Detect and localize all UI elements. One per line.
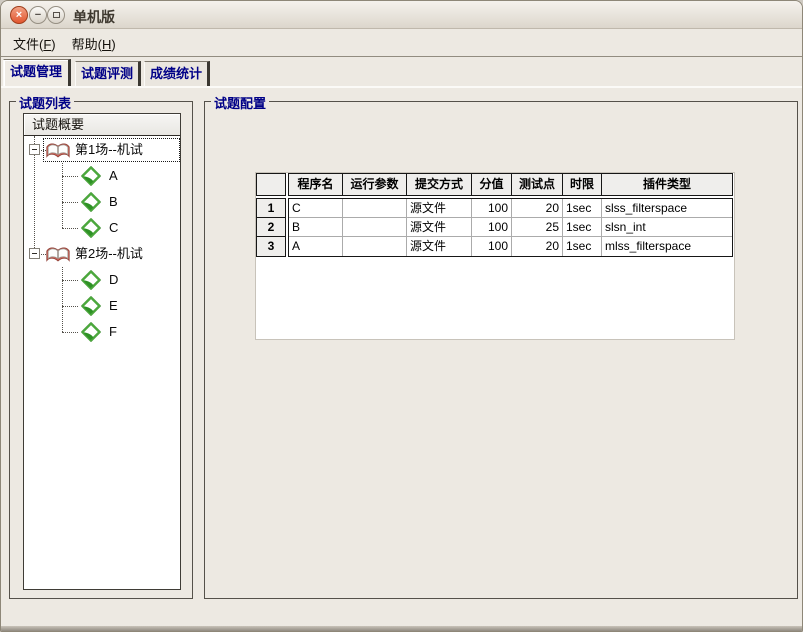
- table-cell[interactable]: 1sec: [563, 237, 602, 256]
- minus-glyph: [32, 253, 37, 254]
- groupbox-question-config: 试题配置 程序名运行参数提交方式分值测试点时限插件类型123C源文件100201…: [204, 101, 798, 599]
- maximize-icon[interactable]: [47, 6, 65, 24]
- column-header[interactable]: 时限: [563, 174, 602, 195]
- table-cell[interactable]: [343, 218, 407, 236]
- minimize-icon[interactable]: −: [29, 6, 47, 24]
- column-header[interactable]: 运行参数: [343, 174, 407, 195]
- table-data-grid: C源文件100201secslss_filterspaceB源文件100251s…: [288, 198, 733, 257]
- table-row: C 源文件100201secslss_filterspace: [289, 199, 732, 218]
- green-gem-icon: [80, 321, 102, 352]
- table-cell[interactable]: 25: [512, 218, 563, 236]
- tree-leaf-row[interactable]: C: [24, 215, 180, 241]
- tree-leaf-label[interactable]: E: [109, 293, 118, 319]
- tree-connector: [62, 332, 78, 333]
- tree-leaf-row[interactable]: F: [24, 319, 180, 345]
- tree-connector: [62, 202, 78, 203]
- tree-leaf-row[interactable]: D: [24, 267, 180, 293]
- table-cell[interactable]: 源文件: [407, 237, 472, 256]
- table-row-headers: 123: [256, 198, 286, 257]
- collapse-minus-icon[interactable]: [29, 248, 40, 259]
- menu-bar: 文件(F)帮助(H): [1, 30, 802, 57]
- groupbox-question-list-label: 试题列表: [16, 93, 74, 112]
- tree-connector: [62, 280, 78, 281]
- menu-item-f[interactable]: 文件(F): [5, 30, 64, 57]
- table-cell[interactable]: [343, 199, 407, 217]
- row-header[interactable]: 1: [257, 199, 285, 218]
- table-cell[interactable]: 1sec: [563, 218, 602, 236]
- table-cell[interactable]: slsn_int: [602, 218, 732, 236]
- row-header[interactable]: 2: [257, 218, 285, 237]
- table-cell[interactable]: 源文件: [407, 199, 472, 217]
- tree-leaf-label[interactable]: B: [109, 189, 118, 215]
- tree-leaf-label[interactable]: C: [109, 215, 118, 241]
- tab-page-exam-management: 试题列表 试题概要 第1场--机试ABC第2场--机试DEF 试题配置 程序名运…: [1, 88, 802, 626]
- tree-leaf-label[interactable]: A: [109, 163, 118, 189]
- collapse-minus-icon[interactable]: [29, 144, 40, 155]
- tree-connector: [62, 163, 63, 228]
- tree-leaf-label[interactable]: D: [109, 267, 118, 293]
- tab-1[interactable]: 试题管理: [3, 59, 71, 86]
- tab-2[interactable]: 试题评测: [75, 61, 141, 86]
- table-cell[interactable]: A: [289, 237, 343, 256]
- maximize-glyph: [53, 12, 60, 18]
- tree-group-label[interactable]: 第2场--机试: [75, 241, 143, 267]
- tree-connector: [62, 267, 63, 332]
- tree-connector: [62, 306, 78, 307]
- table-cell[interactable]: 100: [472, 199, 512, 217]
- window-title: 单机版: [73, 7, 115, 27]
- groupbox-question-list: 试题列表 试题概要 第1场--机试ABC第2场--机试DEF: [9, 101, 193, 599]
- minus-glyph: [32, 149, 37, 150]
- tab-bar: 试题管理试题评测成绩统计: [1, 58, 802, 86]
- table-cell[interactable]: C: [289, 199, 343, 217]
- question-tree[interactable]: 试题概要 第1场--机试ABC第2场--机试DEF: [23, 113, 181, 590]
- table-cell[interactable]: 1sec: [563, 199, 602, 217]
- table-header-row: 程序名运行参数提交方式分值测试点时限插件类型: [288, 173, 733, 196]
- table-cell[interactable]: slss_filterspace: [602, 199, 732, 217]
- tree-leaf-row[interactable]: B: [24, 189, 180, 215]
- table-cell[interactable]: [343, 237, 407, 256]
- column-header[interactable]: 提交方式: [407, 174, 472, 195]
- menu-item-h[interactable]: 帮助(H): [64, 30, 124, 57]
- column-header[interactable]: 分值: [472, 174, 512, 195]
- table-cell[interactable]: 100: [472, 237, 512, 256]
- column-header[interactable]: 程序名: [289, 174, 343, 195]
- title-bar[interactable]: × − 单机版: [1, 1, 802, 29]
- column-header[interactable]: 插件类型: [602, 174, 732, 195]
- table-row: A 源文件100201secmlss_filterspace: [289, 237, 732, 256]
- table-cell[interactable]: 源文件: [407, 218, 472, 236]
- tree-leaf-label[interactable]: F: [109, 319, 117, 345]
- tree-leaf-row[interactable]: A: [24, 163, 180, 189]
- table-cell[interactable]: 20: [512, 237, 563, 256]
- tree-header[interactable]: 试题概要: [24, 114, 180, 136]
- tree-body: 第1场--机试ABC第2场--机试DEF: [24, 136, 180, 589]
- tree-connector: [62, 228, 78, 229]
- row-header[interactable]: 3: [257, 237, 285, 256]
- table-corner-cell[interactable]: [256, 173, 286, 196]
- tree-leaf-row[interactable]: E: [24, 293, 180, 319]
- application-window: × − 单机版 文件(F)帮助(H) 试题管理试题评测成绩统计 试题列表 试题概…: [0, 0, 803, 632]
- table-cell[interactable]: B: [289, 218, 343, 236]
- window-bottom-edge: [1, 626, 802, 631]
- close-icon[interactable]: ×: [10, 6, 28, 24]
- tree-group-row[interactable]: 第2场--机试: [24, 241, 180, 267]
- groupbox-question-config-label: 试题配置: [211, 93, 269, 112]
- tree-connector: [62, 176, 78, 177]
- column-header[interactable]: 测试点: [512, 174, 563, 195]
- question-config-table[interactable]: 程序名运行参数提交方式分值测试点时限插件类型123C源文件100201secsl…: [255, 172, 735, 340]
- table-cell[interactable]: 100: [472, 218, 512, 236]
- table-row: B 源文件100251secslsn_int: [289, 218, 732, 237]
- tab-3[interactable]: 成绩统计: [144, 61, 210, 86]
- table-cell[interactable]: mlss_filterspace: [602, 237, 732, 256]
- table-cell[interactable]: 20: [512, 199, 563, 217]
- tree-focus-rect: [43, 138, 180, 162]
